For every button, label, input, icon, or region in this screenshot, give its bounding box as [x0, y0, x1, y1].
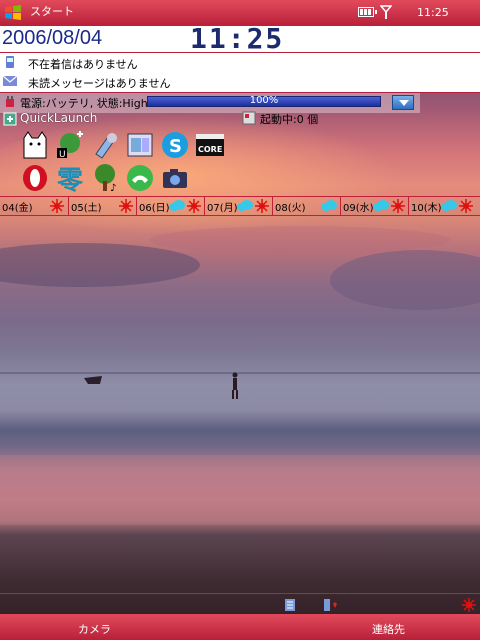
weather-day-label: 04(金) [2, 203, 33, 214]
weather-day-label: 10(木) [411, 203, 442, 214]
sun-weather-icon [119, 199, 133, 213]
weather-day-label: 09(水) [343, 203, 374, 214]
cloud-weather-icon [373, 200, 389, 211]
phone-tools-icon[interactable] [90, 130, 120, 160]
unread-messages-text: 未読メッセージはありません [28, 77, 171, 90]
cloud-weather-icon [237, 200, 253, 211]
date-display[interactable]: 2006/08/04 [2, 27, 102, 50]
sun-weather-icon [459, 199, 473, 213]
camera-softkey[interactable]: カメラ [78, 621, 111, 637]
file-explorer-icon[interactable] [125, 130, 155, 160]
contacts-softkey[interactable]: 連絡先 [372, 621, 405, 637]
power-dropdown-button[interactable] [392, 95, 414, 110]
green-phone-icon[interactable] [125, 163, 155, 193]
weather-day[interactable]: 09(水) [340, 197, 409, 215]
weather-day[interactable]: 04(金) [0, 197, 68, 215]
cloud-weather-icon [169, 200, 185, 211]
date-time-bar[interactable]: 2006/08/04 11:25 [0, 22, 480, 55]
app-title[interactable]: スタート [30, 3, 74, 19]
phone-icon [6, 56, 14, 68]
quicklaunch-icon [3, 112, 17, 126]
task-manager-icon [242, 111, 256, 125]
weather-day[interactable]: 06(日) [136, 197, 205, 215]
cloud-weather-icon [321, 200, 337, 211]
weather-forecast-strip[interactable]: 04(金) 05(土) 06(日) 07(月) 08(火) 09(水) 10(木) [0, 196, 480, 216]
power-row[interactable]: 電源:バッテリ, 状態:High 100% [0, 93, 420, 113]
svg-text:S: S [169, 136, 182, 157]
svg-text:U: U [59, 150, 66, 160]
tree-music-icon[interactable]: ♪ [90, 163, 120, 193]
bluetooth-status-icon[interactable] [323, 598, 339, 612]
weather-day-label: 06(日) [139, 203, 170, 214]
weather-day[interactable]: 08(火) [272, 197, 341, 215]
cloud-weather-icon [441, 200, 457, 211]
cat-app-icon[interactable] [20, 130, 50, 160]
svg-text:CORE: CORE [198, 145, 222, 154]
status-clock[interactable]: 11:25 [417, 6, 449, 19]
weather-day-label: 07(月) [207, 203, 238, 214]
kanji-zero-icon[interactable]: 零 [55, 163, 85, 193]
battery-icon[interactable] [358, 7, 377, 17]
sun-weather-icon [391, 199, 405, 213]
weather-day[interactable]: 07(月) [204, 197, 273, 215]
signal-icon[interactable] [380, 5, 392, 19]
svg-text:♪: ♪ [110, 183, 116, 193]
battery-percent: 100% [249, 95, 279, 106]
missed-calls-text: 不在着信はありません [28, 58, 138, 71]
notification-tray [0, 593, 480, 616]
running-apps-count[interactable]: 起動中:0 個 [260, 111, 318, 127]
unread-messages-row[interactable]: 未読メッセージはありません [0, 72, 480, 93]
quicklaunch-label[interactable]: QuickLaunch [20, 111, 97, 125]
windows-start-icon[interactable] [3, 3, 23, 23]
core-app-icon[interactable]: CORE [195, 130, 225, 160]
power-plug-icon [6, 96, 14, 107]
battery-level-bar: 100% [147, 95, 381, 107]
sync-icon[interactable] [283, 598, 297, 612]
sun-weather-icon[interactable] [462, 598, 476, 612]
weather-day-label: 05(土) [71, 203, 102, 214]
camera-icon[interactable] [160, 163, 190, 193]
sun-weather-icon [255, 199, 269, 213]
power-status-text: 電源:バッテリ, 状態:High [20, 97, 148, 110]
sun-weather-icon [50, 199, 64, 213]
soft-key-bar: カメラ 連絡先 [0, 614, 480, 640]
update-app-icon[interactable]: U [55, 130, 85, 160]
sun-weather-icon [187, 199, 201, 213]
svg-text:零: 零 [57, 166, 84, 193]
weather-day[interactable]: 05(土) [68, 197, 137, 215]
time-display[interactable]: 11:25 [190, 22, 284, 55]
weather-day[interactable]: 10(木) [408, 197, 477, 215]
opera-icon[interactable] [20, 163, 50, 193]
weather-day-label: 08(火) [275, 203, 306, 214]
envelope-icon [3, 75, 17, 86]
skype-icon[interactable]: S [160, 130, 190, 160]
